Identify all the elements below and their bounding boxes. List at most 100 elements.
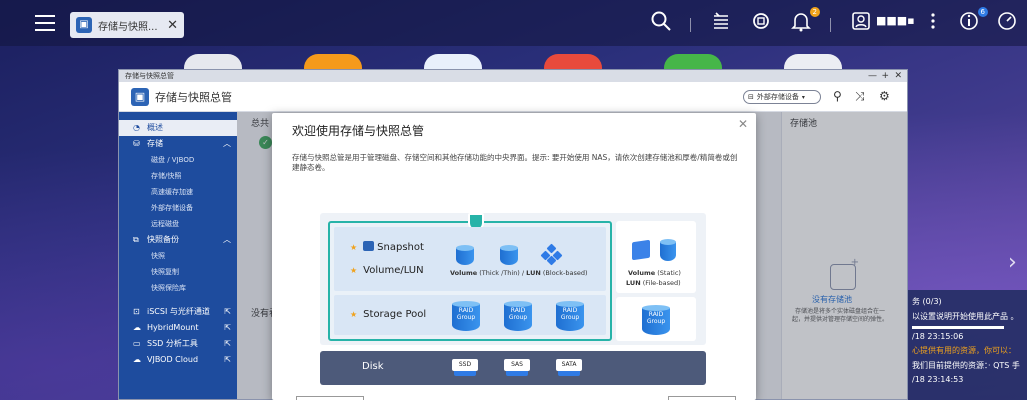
sidebar-item-hybridmount[interactable]: ☁ HybridMount ⇱ bbox=[119, 320, 237, 336]
maximize-icon[interactable]: + bbox=[881, 70, 889, 82]
sidebar-item-overview[interactable]: ◔ 概述 bbox=[119, 120, 237, 136]
volume-lun-label: ★ Volume/LUN bbox=[350, 265, 424, 276]
external-device-icon: ⊟ bbox=[748, 93, 754, 101]
user-name[interactable]: ■■■▪ bbox=[876, 14, 915, 27]
sidebar-item-vjbod-cloud[interactable]: ☁ VJBOD Cloud ⇱ bbox=[119, 352, 237, 368]
chevron-right-icon[interactable]: › bbox=[1008, 250, 1017, 275]
sata-drive-icon: SATA bbox=[556, 359, 582, 377]
sidebar-item-snapshot-vault[interactable]: 快照保险库 bbox=[119, 280, 237, 296]
more-options-icon[interactable] bbox=[920, 10, 946, 36]
star-icon: ★ bbox=[350, 266, 358, 275]
chevron-up-icon: ︿ bbox=[223, 235, 231, 244]
volume-cylinder-icon bbox=[500, 245, 518, 265]
notification-time: /18 23:15:06 bbox=[912, 332, 964, 341]
external-storage-label: 外部存储设备 bbox=[756, 93, 799, 101]
dialog-title: 欢迎使用存储与快照总管 bbox=[292, 124, 425, 138]
external-storage-button[interactable]: ⊟ 外部存储设备 ▾ bbox=[743, 90, 821, 104]
window-titlebar[interactable]: 存储与快照总管 — + ✕ bbox=[119, 70, 907, 82]
raid-group-cylinder-icon: RAID Group bbox=[504, 301, 532, 331]
external-link-icon: ⇱ bbox=[224, 307, 231, 316]
disk-label: Disk bbox=[362, 361, 384, 372]
dialog-button-right[interactable] bbox=[668, 396, 736, 400]
menu-icon[interactable] bbox=[32, 10, 58, 36]
close-icon[interactable]: ✕ bbox=[738, 117, 748, 131]
app-header: ▣ 存储与快照总管 ⊟ 外部存储设备 ▾ ⚲ ⤨ ⚙ bbox=[119, 82, 907, 112]
storage-pool-row: ★ Storage Pool RAID Group RAID Group RAID… bbox=[334, 295, 606, 335]
storage-app-icon: ▣ bbox=[76, 17, 92, 33]
ssd-icon: ▭ bbox=[133, 339, 141, 348]
database-icon: ⛁ bbox=[133, 139, 140, 148]
search-icon[interactable] bbox=[648, 10, 674, 36]
sidebar-item-snapshot-replica[interactable]: 快照复制 bbox=[119, 264, 237, 280]
sidebar-item-snapshot[interactable]: 快照 bbox=[119, 248, 237, 264]
search-icon[interactable]: ⚲ bbox=[833, 89, 842, 103]
minimize-icon[interactable]: — bbox=[868, 70, 877, 82]
file-lun-cylinder-icon bbox=[660, 239, 676, 261]
static-volume-box: Volume (Static) LUN (File-based) bbox=[616, 221, 696, 293]
window-title: 存储与快照总管 bbox=[125, 72, 174, 80]
notification-bell-icon[interactable]: 2 bbox=[788, 7, 820, 36]
sidebar: ◔ 概述 ⛁ 存储 ︿ 磁盘 / VJBOD 存储/快照 高速缓存加速 外部存储设备… bbox=[119, 112, 237, 399]
snapshot-volume-row: ★ Snapshot ★ Volume/LUN Volume (Thick /Thi… bbox=[334, 227, 606, 291]
raid-group-cylinder-icon: RAID Group bbox=[642, 305, 670, 335]
static-raid-box: RAID Group bbox=[616, 297, 696, 341]
dashboard-icon: ◔ bbox=[133, 123, 140, 132]
user-avatar-icon[interactable] bbox=[848, 10, 874, 36]
sidebar-item-snapshot-backup[interactable]: ⧉ 快照备份 ︿ bbox=[119, 232, 237, 248]
sidebar-item-disks[interactable]: 磁盘 / VJBOD bbox=[119, 152, 237, 168]
star-icon: ★ bbox=[350, 310, 358, 319]
disk-layer: Disk SSD SAS SATA bbox=[320, 351, 706, 385]
sidebar-item-external[interactable]: 外部存储设备 bbox=[119, 200, 237, 216]
tasks-icon[interactable] bbox=[708, 10, 734, 36]
snapshot-icon: ⧉ bbox=[133, 235, 139, 244]
storage-architecture-diagram: ★ Snapshot ★ Volume/LUN Volume (Thick /Thi… bbox=[320, 213, 706, 385]
raid-group-cylinder-icon: RAID Group bbox=[452, 301, 480, 331]
sidebar-item-storage[interactable]: ⛁ 存储 ︿ bbox=[119, 136, 237, 152]
sidebar-item-remote-disk[interactable]: 远程磁盘 bbox=[119, 216, 237, 232]
dialog-button-left[interactable] bbox=[296, 396, 364, 400]
taskbar-tab-storage[interactable]: ▣ 存储与快照... ✕ bbox=[70, 12, 184, 38]
notification-title: 务 (0/3) bbox=[912, 297, 942, 306]
info-icon[interactable]: 6 bbox=[956, 7, 988, 36]
sidebar-item-iscsi[interactable]: ⊡ iSCSI 与光纤通道 ⇱ bbox=[119, 304, 237, 320]
gear-icon[interactable]: ⚙ bbox=[879, 89, 890, 103]
cube-icon bbox=[632, 239, 650, 261]
filter-icon[interactable]: ⤨ bbox=[855, 89, 865, 104]
desktop-topbar: ▣ 存储与快照... ✕ 2 ■■■▪ 6 bbox=[0, 0, 1027, 46]
dashboard-icon[interactable] bbox=[994, 10, 1020, 36]
taskbar-tab-label: 存储与快照... bbox=[98, 21, 158, 33]
camera-icon bbox=[363, 241, 375, 251]
notification-badge: 2 bbox=[809, 7, 820, 17]
file-lun-caption: LUN (File-based) bbox=[626, 279, 681, 287]
thick-thin-group: ★ Snapshot ★ Volume/LUN Volume (Thick /Thi… bbox=[328, 213, 612, 341]
dialog-description: 存储与快照总管是用于管理磁盘、存储空间和其他存储功能的中央界面。提示: 要开始使… bbox=[292, 153, 738, 172]
notification-panel: 务 (0/3) 以设置说明开始使用此产品 。 /18 23:15:06 心提供有… bbox=[908, 290, 1027, 400]
notification-text[interactable]: 心提供有用的资源，你可以： bbox=[912, 345, 1023, 356]
sas-drive-icon: SAS bbox=[504, 359, 530, 377]
lun-blocks-icon bbox=[540, 243, 563, 266]
raid-group-cylinder-icon: RAID Group bbox=[556, 301, 584, 331]
chevron-down-icon: ▾ bbox=[801, 93, 805, 101]
close-icon[interactable]: ✕ bbox=[894, 70, 902, 82]
notification-text[interactable]: 以设置说明开始使用此产品 。 bbox=[912, 311, 1023, 322]
external-link-icon: ⇱ bbox=[224, 355, 231, 364]
chevron-up-icon: ︿ bbox=[223, 139, 231, 148]
storage-pool-label: ★ Storage Pool bbox=[350, 309, 427, 320]
notification-text: 我们目前提供的资源：· QTS 手 bbox=[912, 361, 1020, 370]
star-icon: ★ bbox=[350, 243, 358, 252]
divider bbox=[690, 18, 691, 32]
sidebar-item-cache[interactable]: 高速缓存加速 bbox=[119, 184, 237, 200]
volume-cylinder-icon bbox=[456, 245, 474, 265]
static-volume-caption: Volume (Static) bbox=[628, 269, 681, 277]
volume-lun-caption: Volume (Thick /Thin) / LUN (Block-based) bbox=[450, 269, 588, 277]
snapshot-label: ★ Snapshot bbox=[350, 241, 424, 253]
sync-icon[interactable] bbox=[748, 10, 774, 36]
sidebar-item-storage-snapshots[interactable]: 存储/快照 bbox=[119, 168, 237, 184]
app-title: 存储与快照总管 bbox=[155, 90, 232, 104]
close-icon[interactable]: ✕ bbox=[167, 18, 178, 33]
ssd-drive-icon: SSD bbox=[452, 359, 478, 377]
external-link-icon: ⇱ bbox=[224, 323, 231, 332]
cloud-icon: ☁ bbox=[133, 355, 141, 364]
sidebar-item-ssd-tool[interactable]: ▭ SSD 分析工具 ⇱ bbox=[119, 336, 237, 352]
storage-app-icon: ▣ bbox=[131, 87, 149, 106]
